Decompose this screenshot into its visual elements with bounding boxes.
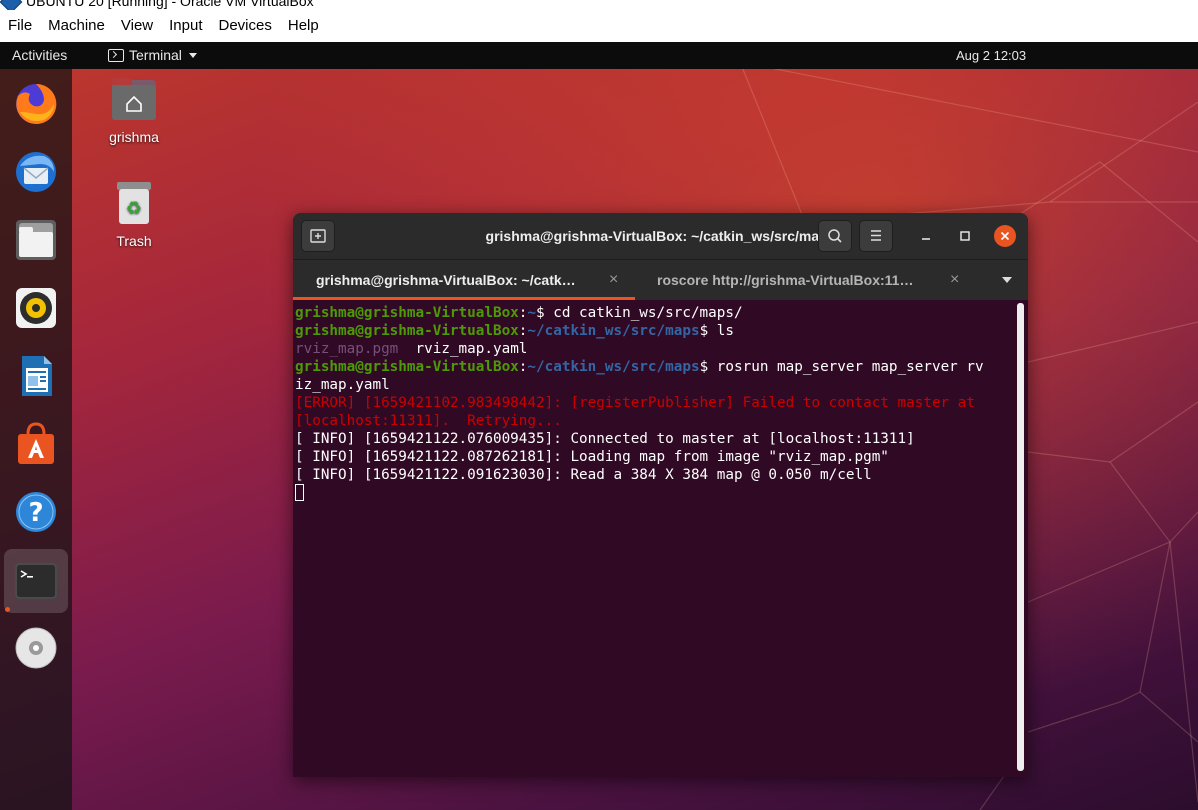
terminal-line: grishma@grishma-VirtualBox:~/catkin_ws/s… [295, 359, 984, 375]
dock-item-firefox[interactable] [9, 77, 63, 131]
dock: ? [0, 69, 72, 810]
firefox-icon [16, 83, 57, 124]
dock-item-files[interactable] [9, 213, 63, 267]
top-panel: Activities Terminal Aug 2 12:03 [0, 42, 1198, 69]
menu-help[interactable]: Help [280, 10, 327, 42]
dock-item-terminal[interactable] [4, 549, 68, 613]
terminal-output[interactable]: grishma@grishma-VirtualBox:~$ cd catkin_… [293, 300, 1019, 777]
menu-machine[interactable]: Machine [40, 10, 113, 42]
desktop-icon-home[interactable]: grishma [94, 76, 174, 145]
close-icon [1000, 231, 1010, 241]
app-menu-button[interactable]: Terminal [108, 42, 197, 69]
chevron-down-icon [188, 53, 197, 58]
search-button[interactable] [818, 220, 852, 252]
desktop-icon-trash-label: Trash [116, 233, 152, 249]
dock-item-help[interactable]: ? [9, 485, 63, 539]
tab-active-label: grishma@grishma-VirtualBox: ~/catk… [316, 272, 576, 288]
home-folder-icon [112, 78, 156, 120]
new-tab-button[interactable] [301, 220, 335, 252]
tab-roscore-label: roscore http://grishma-VirtualBox:11… [657, 272, 914, 288]
virtualbox-icon [0, 0, 23, 10]
dock-item-thunderbird[interactable] [9, 145, 63, 199]
terminal-icon [15, 563, 57, 599]
trash-icon: ♻ [117, 182, 151, 224]
hamburger-icon [871, 230, 881, 241]
host-window-title: UBUNTU 20 [Running] - Oracle VM VirtualB… [26, 0, 314, 9]
tab-list-chevron-down-icon[interactable] [1002, 277, 1012, 283]
app-menu-label: Terminal [129, 47, 182, 63]
terminal-line: [ INFO] [1659421122.076009435]: Connecte… [295, 431, 915, 447]
menu-file[interactable]: File [0, 10, 40, 42]
host-window-titlebar: UBUNTU 20 [Running] - Oracle VM VirtualB… [0, 0, 1198, 10]
software-icon [18, 422, 54, 464]
close-button[interactable] [994, 225, 1016, 247]
clock[interactable]: Aug 2 12:03 [956, 42, 1026, 69]
menu-input[interactable]: Input [161, 10, 210, 42]
maximize-icon [960, 231, 970, 241]
terminal-line-error: [localhost:11311]. Retrying... [295, 413, 562, 429]
rhythmbox-icon [16, 288, 56, 328]
ubuntu-desktop: Activities Terminal Aug 2 12:03 ? grishm… [0, 42, 1198, 810]
terminal-headerbar: grishma@grishma-VirtualBox: ~/catkin_ws/… [293, 213, 1028, 260]
new-tab-icon [310, 229, 326, 243]
dock-item-disc[interactable] [9, 621, 63, 675]
minimize-icon [922, 238, 930, 240]
terminal-line: grishma@grishma-VirtualBox:~/catkin_ws/s… [295, 323, 734, 339]
minimize-button[interactable] [915, 225, 937, 247]
tab-active[interactable]: grishma@grishma-VirtualBox: ~/catk… × [293, 260, 635, 300]
files-icon [16, 220, 56, 260]
tab-bar: grishma@grishma-VirtualBox: ~/catk… × ro… [293, 260, 1028, 300]
desktop-icon-home-label: grishma [109, 129, 159, 145]
terminal-line: [ INFO] [1659421122.091623030]: Read a 3… [295, 467, 872, 483]
host-menubar: File Machine View Input Devices Help [0, 10, 1198, 42]
terminal-small-icon [108, 49, 124, 62]
terminal-line: [ INFO] [1659421122.087262181]: Loading … [295, 449, 889, 465]
writer-icon [22, 356, 52, 396]
terminal-cursor [295, 484, 304, 501]
thunderbird-icon [16, 152, 56, 192]
help-icon: ? [16, 492, 56, 532]
dock-item-rhythmbox[interactable] [9, 281, 63, 335]
dock-item-software[interactable] [9, 417, 63, 471]
running-indicator [5, 607, 10, 612]
search-icon [828, 229, 842, 243]
terminal-scrollbar[interactable] [1017, 303, 1024, 771]
menu-view[interactable]: View [113, 10, 161, 42]
terminal-line: grishma@grishma-VirtualBox:~$ cd catkin_… [295, 305, 743, 321]
maximize-button[interactable] [954, 225, 976, 247]
menu-devices[interactable]: Devices [211, 10, 280, 42]
terminal-line-error: [ERROR] [1659421102.983498442]: [registe… [295, 395, 975, 411]
desktop-icon-trash[interactable]: ♻ Trash [94, 180, 174, 249]
terminal-window: grishma@grishma-VirtualBox: ~/catkin_ws/… [293, 213, 1028, 777]
terminal-line: iz_map.yaml [295, 377, 390, 393]
tab-close-icon[interactable]: × [609, 260, 618, 300]
hamburger-menu-button[interactable] [859, 220, 893, 252]
tab-close-icon[interactable]: × [950, 260, 959, 300]
activities-button[interactable]: Activities [12, 42, 67, 69]
terminal-prompt-line [295, 484, 1019, 502]
svg-text:?: ? [28, 498, 43, 528]
terminal-line: rviz_map.pgm rviz_map.yaml [295, 341, 528, 357]
disc-icon [15, 627, 57, 669]
svg-text:♻: ♻ [126, 198, 142, 219]
tab-roscore[interactable]: roscore http://grishma-VirtualBox:11… × [634, 260, 974, 300]
dock-item-writer[interactable] [9, 349, 63, 403]
